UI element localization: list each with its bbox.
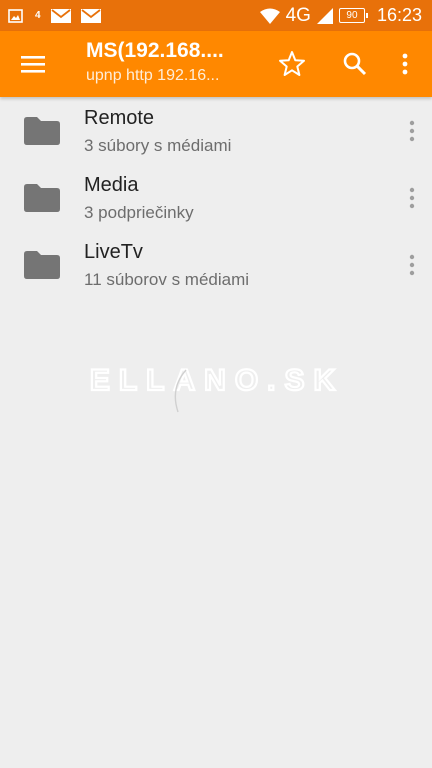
item-subtitle: 3 podpriečinky: [84, 203, 194, 222]
search-icon: [343, 52, 367, 76]
list-item[interactable]: Media 3 podpriečinky: [0, 164, 432, 231]
star-icon: [279, 51, 305, 76]
search-button[interactable]: [339, 48, 371, 80]
more-vert-icon[interactable]: [404, 119, 420, 143]
item-title: LiveTv: [84, 241, 143, 263]
page-title: MS(192.168....: [86, 39, 224, 62]
folder-icon: [24, 117, 60, 145]
list-item[interactable]: Remote 3 súbory s médiami: [0, 97, 432, 164]
list-item[interactable]: LiveTv 11 súborov s médiami: [0, 231, 432, 298]
wifi-icon: [259, 8, 280, 24]
signal-icon: [316, 7, 333, 24]
overflow-menu-button[interactable]: [389, 48, 421, 80]
menu-icon[interactable]: [20, 51, 46, 77]
clock: 16:23: [376, 5, 422, 25]
more-vert-icon[interactable]: [404, 186, 420, 210]
title-block: MS(192.168.... upnp http 192.16...: [86, 39, 256, 85]
item-subtitle: 3 súbory s médiami: [84, 136, 232, 155]
mail-notification-icon-2: [80, 8, 101, 23]
watermark-logo: ELLANO.SK: [89, 363, 344, 413]
folder-list: Remote 3 súbory s médiami Media 3 podpri…: [0, 97, 432, 298]
page-subtitle: upnp http 192.16...: [86, 67, 220, 84]
more-vert-icon[interactable]: [404, 253, 420, 277]
app-bar: MS(192.168.... upnp http 192.16...: [0, 31, 432, 97]
status-bar: 4 4G 90 16:23: [0, 0, 432, 31]
item-title: Remote: [84, 107, 155, 129]
sim-indicator: 4: [35, 10, 41, 21]
favorite-button[interactable]: [276, 48, 308, 80]
item-subtitle: 11 súborov s médiami: [84, 270, 250, 289]
watermark-text: ELLANO.SK: [90, 364, 344, 397]
mail-notification-icon: [50, 8, 71, 23]
folder-icon: [24, 251, 60, 279]
more-vert-icon: [402, 53, 408, 75]
item-title: Media: [84, 174, 139, 196]
network-type: 4G: [285, 4, 311, 26]
battery-icon: 90: [338, 8, 368, 23]
image-notification-icon: [8, 8, 23, 23]
folder-icon: [24, 184, 60, 212]
